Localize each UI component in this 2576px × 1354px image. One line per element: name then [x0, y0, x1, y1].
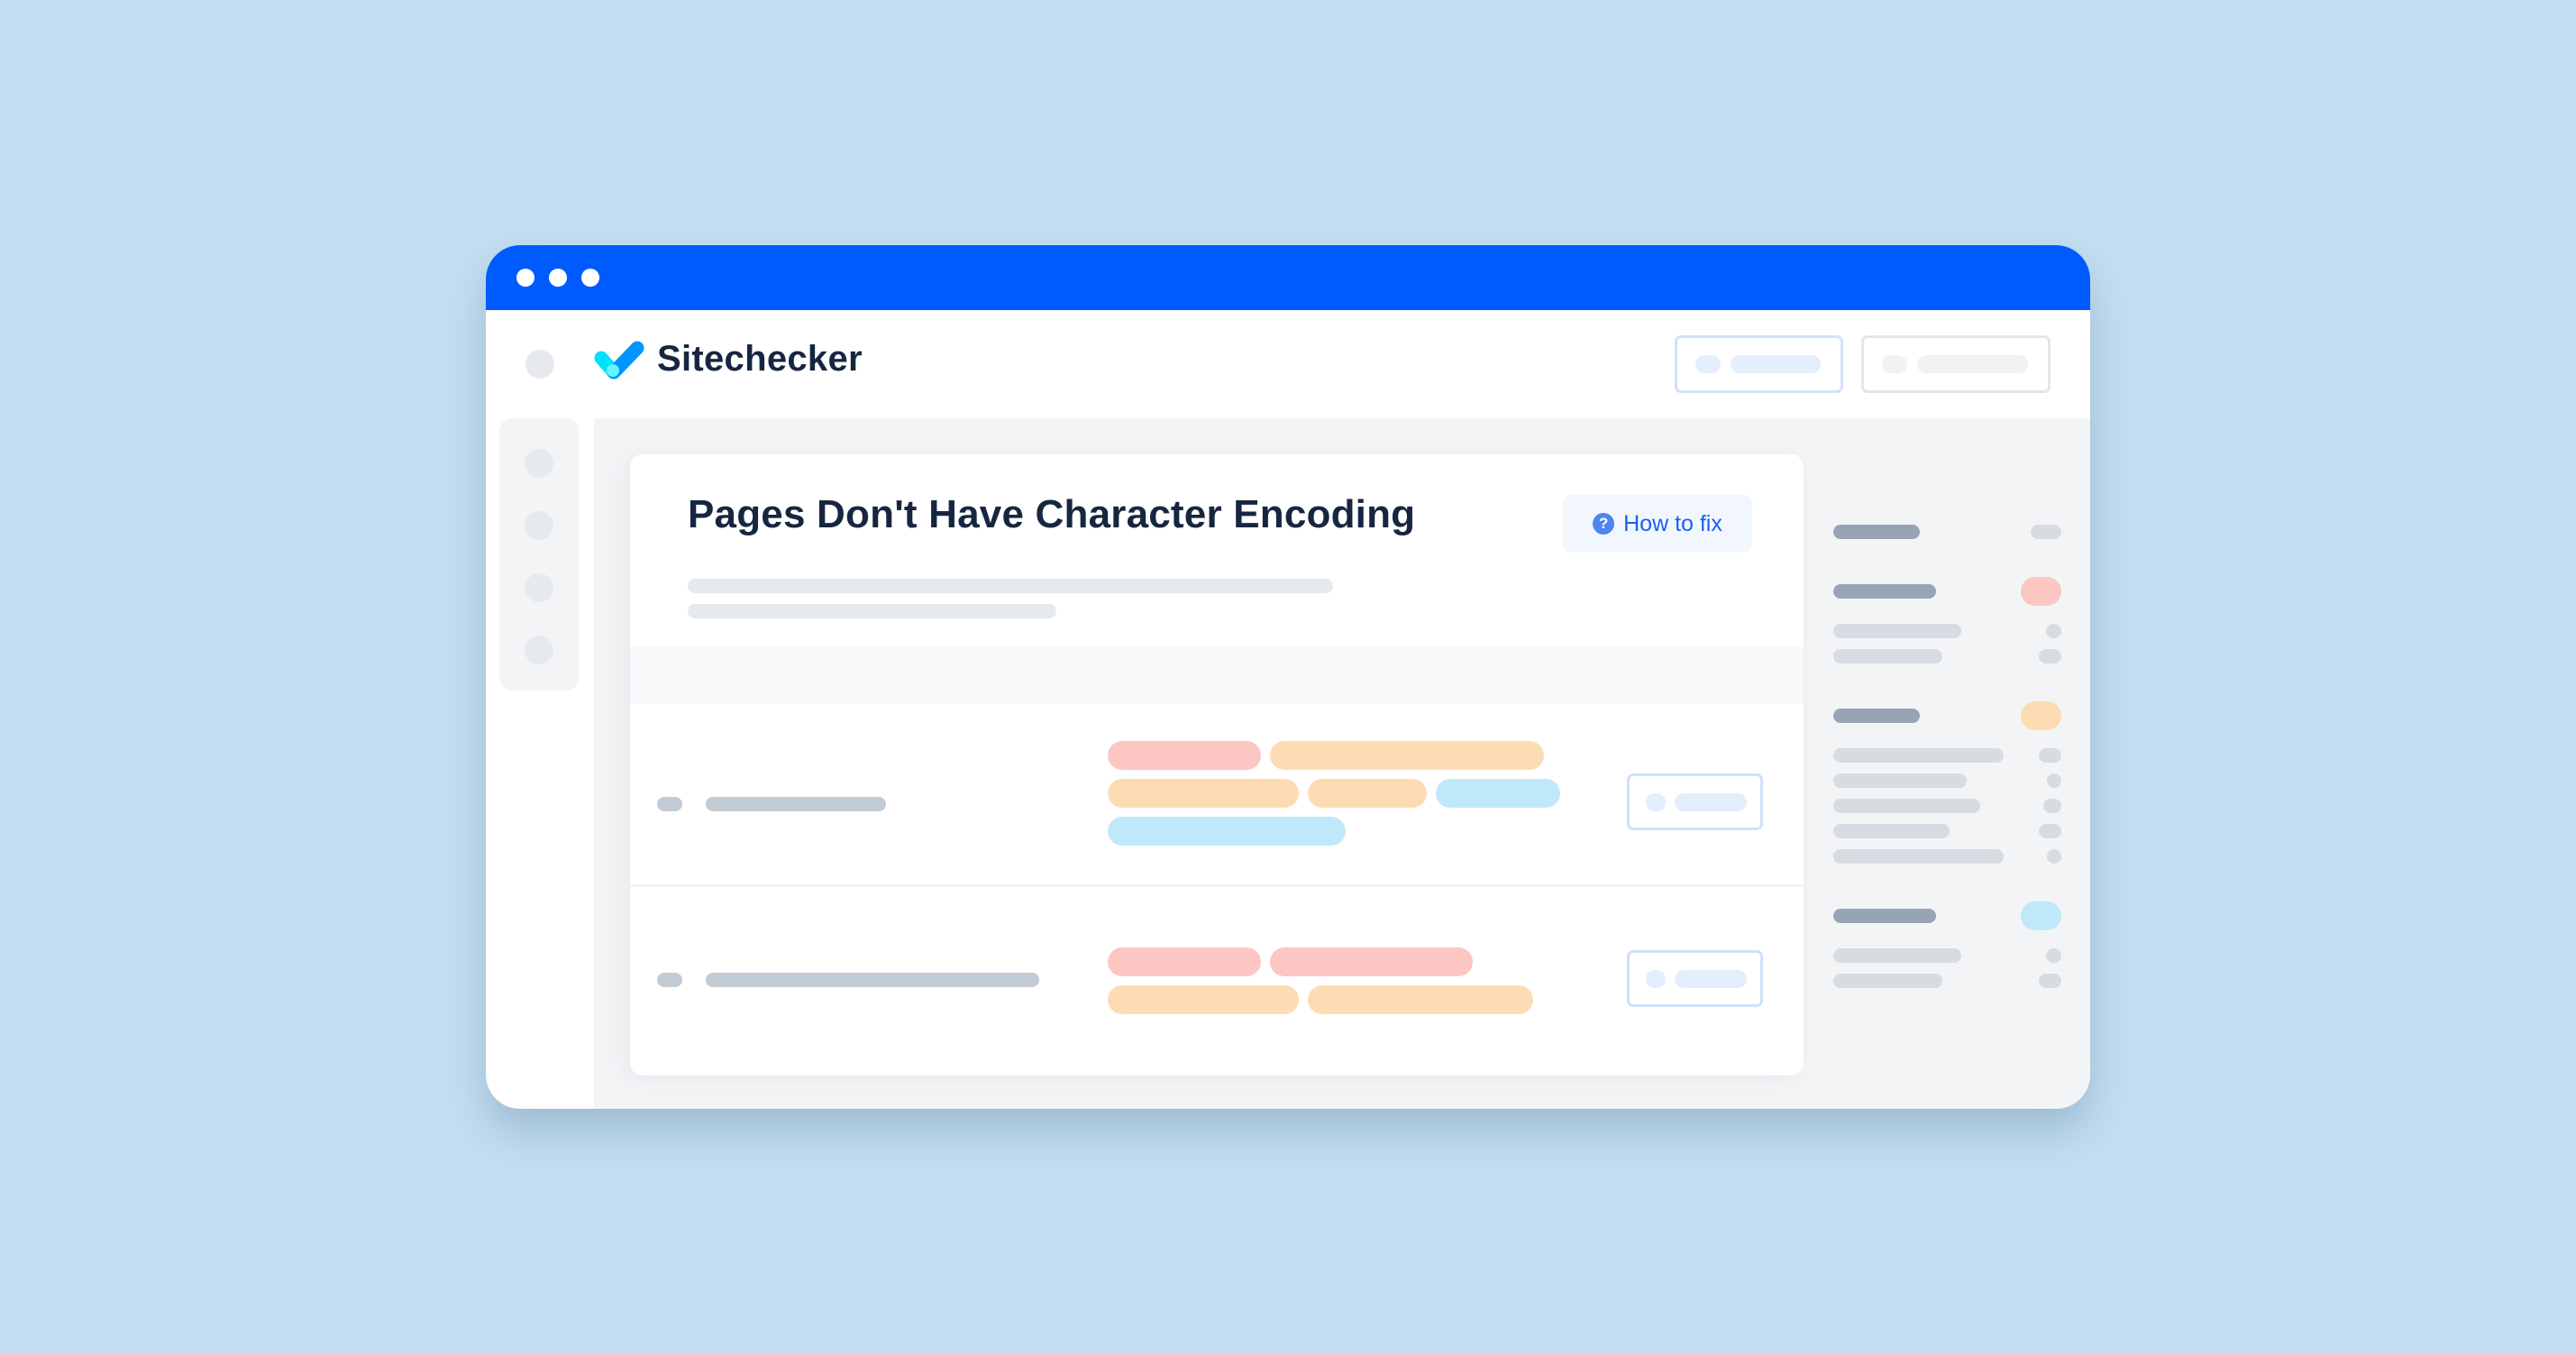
- page-title: Pages Don't Have Character Encoding: [688, 492, 1416, 536]
- window-control-dot-icon[interactable]: [549, 269, 567, 287]
- summary-line: [1833, 624, 1961, 638]
- description-line: [688, 579, 1333, 593]
- how-to-fix-button[interactable]: ? How to fix: [1563, 495, 1752, 553]
- summary-value: [2039, 649, 2061, 663]
- button-label-placeholder: [1917, 355, 2028, 373]
- summary-panel: [1833, 418, 2068, 1109]
- left-sidebar: [499, 418, 579, 691]
- summary-value: [2039, 748, 2061, 763]
- tag-warning: [1308, 985, 1533, 1014]
- summary-value: [2046, 624, 2061, 638]
- tag-warning: [1108, 985, 1299, 1014]
- table-header: [630, 646, 1804, 704]
- table-row[interactable]: [630, 887, 1804, 1075]
- sidebar-item-4[interactable]: [525, 636, 553, 664]
- summary-line: [1833, 649, 1942, 663]
- button-icon-placeholder: [1646, 970, 1666, 988]
- summary-value: [2047, 773, 2061, 788]
- summary-line: [1833, 974, 1942, 988]
- app-header: Sitechecker: [486, 310, 2090, 418]
- issue-card: Pages Don't Have Character Encoding ? Ho…: [630, 454, 1804, 1075]
- sidebar-item-1[interactable]: [525, 449, 553, 478]
- description-line: [688, 604, 1056, 618]
- button-icon-placeholder: [1646, 793, 1666, 811]
- summary-value: [2043, 799, 2061, 813]
- summary-value: [2031, 525, 2061, 539]
- tag-info: [1436, 779, 1560, 808]
- summary-line: [1833, 948, 1961, 963]
- summary-heading: [1833, 709, 1920, 723]
- summary-line: [1833, 799, 1980, 813]
- summary-heading: [1833, 584, 1936, 599]
- summary-value: [2046, 948, 2061, 963]
- row-action-button[interactable]: [1627, 950, 1763, 1007]
- summary-heading: [1833, 909, 1936, 923]
- tag-error: [1270, 947, 1473, 976]
- tag-warning: [1108, 779, 1299, 808]
- summary-line: [1833, 849, 2004, 864]
- window-control-dot-icon[interactable]: [516, 269, 534, 287]
- sidebar-item-2[interactable]: [525, 511, 553, 540]
- title-bar: [486, 245, 2090, 310]
- tag-error: [1108, 947, 1261, 976]
- check-logo-icon: [594, 341, 644, 380]
- brand-name[interactable]: Sitechecker: [657, 339, 863, 380]
- button-label-placeholder: [1675, 793, 1747, 811]
- summary-heading: [1833, 525, 1920, 539]
- window-control-dot-icon[interactable]: [581, 269, 599, 287]
- table-row[interactable]: [630, 704, 1804, 884]
- error-count-badge: [2021, 577, 2061, 606]
- row-url-placeholder: [706, 973, 1039, 987]
- warning-count-badge: [2021, 701, 2061, 730]
- summary-line: [1833, 748, 2004, 763]
- main-content: Pages Don't Have Character Encoding ? Ho…: [594, 418, 2090, 1109]
- sidebar-item-3[interactable]: [525, 573, 553, 602]
- browser-window: Sitechecker Pages Don't Have Character E…: [486, 245, 2090, 1109]
- summary-value: [2039, 824, 2061, 838]
- tag-error: [1108, 741, 1261, 770]
- button-icon-placeholder: [1882, 355, 1907, 373]
- row-index-placeholder: [657, 973, 682, 987]
- secondary-header-button[interactable]: [1861, 335, 2051, 393]
- tag-warning: [1270, 741, 1544, 770]
- button-icon-placeholder: [1695, 355, 1721, 373]
- summary-line: [1833, 824, 1950, 838]
- primary-header-button[interactable]: [1675, 335, 1843, 393]
- tag-warning: [1308, 779, 1427, 808]
- how-to-fix-label: How to fix: [1623, 510, 1722, 536]
- help-icon: ?: [1593, 513, 1615, 535]
- row-index-placeholder: [657, 797, 682, 811]
- tag-info: [1108, 817, 1346, 846]
- button-label-placeholder: [1675, 970, 1747, 988]
- summary-value: [2039, 974, 2061, 988]
- summary-line: [1833, 773, 1967, 788]
- avatar[interactable]: [525, 350, 554, 379]
- button-label-placeholder: [1731, 355, 1821, 373]
- info-count-badge: [2021, 901, 2061, 930]
- summary-value: [2047, 849, 2061, 864]
- row-action-button[interactable]: [1627, 773, 1763, 830]
- row-url-placeholder: [706, 797, 886, 811]
